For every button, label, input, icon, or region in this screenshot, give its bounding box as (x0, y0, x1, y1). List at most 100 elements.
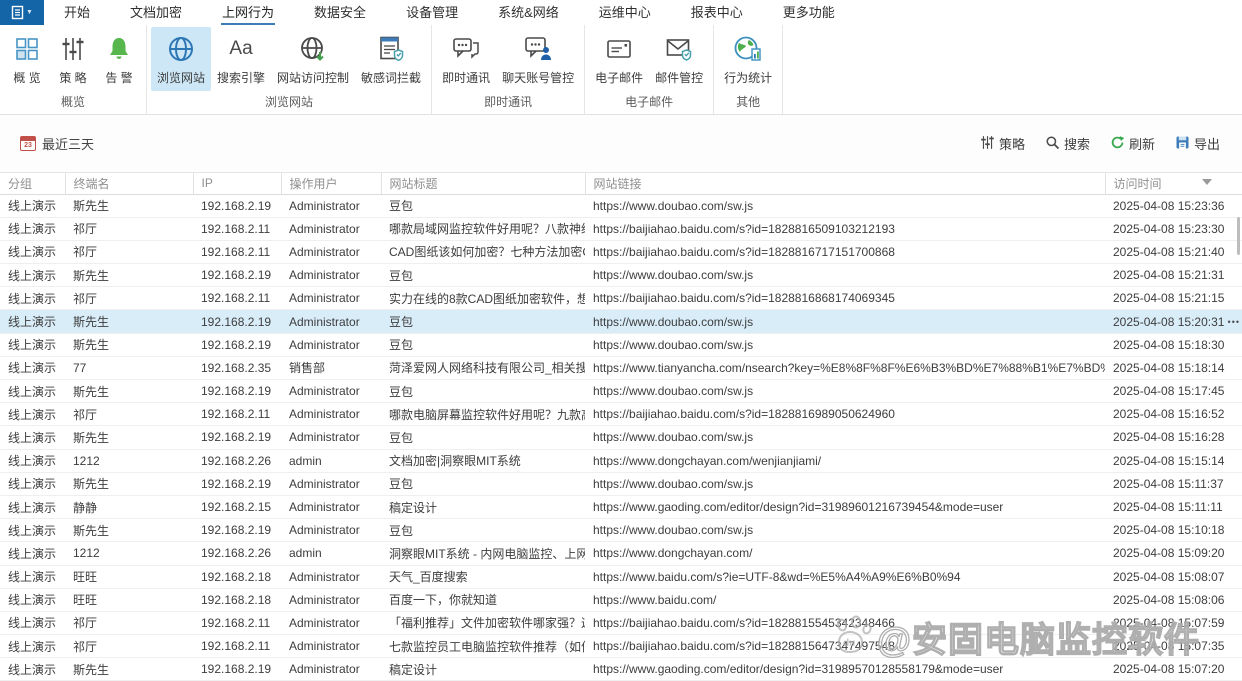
cell-user: Administrator (281, 333, 381, 357)
cell-group: 线上演示 (0, 634, 65, 659)
cell-title: 「福利推荐」文件加密软件哪家强？这八... (381, 611, 585, 636)
cell-url: https://www.doubao.com/sw.js (585, 472, 1105, 496)
cell-time: 2025-04-08 15:10:18 (1105, 518, 1242, 543)
menu-item-more-features[interactable]: 更多功能 (763, 0, 855, 25)
browse-website-button[interactable]: 浏览网站 (151, 27, 212, 91)
cell-time: 2025-04-08 15:23:30 (1105, 217, 1242, 241)
menubar: ▼ 开始 文档加密 上网行为 数据安全 设备管理 系统&网络 运维中心 报表中心… (0, 0, 1242, 26)
cell-time: 2025-04-08 15:17:45 (1105, 379, 1242, 404)
table-row[interactable]: 线上演示 斯先生 192.168.2.19 Administrator 豆包 h… (0, 263, 1242, 288)
menu-item-start[interactable]: 开始 (44, 0, 110, 25)
cell-user: Administrator (281, 425, 381, 450)
row-more-actions-button[interactable]: ••• (1228, 317, 1240, 327)
cell-time: 2025-04-08 15:20:31 ••• (1105, 309, 1242, 334)
menu-item-doc-encrypt[interactable]: 文档加密 (110, 0, 202, 25)
table-row[interactable]: 线上演示 斯先生 192.168.2.19 Administrator 豆包 h… (0, 472, 1242, 496)
cell-title: CAD图纸该如何加密？七种方法加密CAD... (381, 240, 585, 265)
sort-desc-icon[interactable] (1202, 179, 1212, 185)
chat-account-control-button[interactable]: 聊天账号管控 (496, 27, 580, 91)
table-row[interactable]: 线上演示 1212 192.168.2.26 admin 文档加密|洞察眼MIT… (0, 449, 1242, 473)
table-row[interactable]: 线上演示 祁厅 192.168.2.11 Administrator 哪款局域网… (0, 217, 1242, 241)
column-header-ip[interactable]: IP (192, 173, 281, 195)
cell-terminal: 1212 (65, 449, 193, 473)
export-icon (1175, 135, 1190, 153)
table-row[interactable]: 线上演示 斯先生 192.168.2.19 Administrator 豆包 h… (0, 194, 1242, 218)
cell-url: https://www.doubao.com/sw.js (585, 518, 1105, 543)
date-range-label: 最近三天 (42, 137, 95, 152)
menu-item-data-security[interactable]: 数据安全 (294, 0, 386, 25)
menu-item-ops-center[interactable]: 运维中心 (579, 0, 671, 25)
cell-url: https://www.baidu.com/ (585, 588, 1105, 612)
cell-title: 豆包 (381, 425, 585, 450)
table-row[interactable]: 线上演示 77 192.168.2.35 销售部 菏泽爱网人网络科技有限公司_相… (0, 356, 1242, 381)
column-header-terminal[interactable]: 终端名 (64, 173, 193, 195)
cell-ip: 192.168.2.19 (193, 518, 281, 543)
cell-title: 豆包 (381, 263, 585, 288)
table-row[interactable]: 线上演示 祁厅 192.168.2.11 Administrator 哪款电脑屏… (0, 402, 1242, 427)
refresh-button[interactable]: 刷新 (1110, 134, 1155, 153)
cell-terminal: 斯先生 (65, 194, 193, 218)
table-row[interactable]: 线上演示 祁厅 192.168.2.11 Administrator 七款监控员… (0, 634, 1242, 659)
ribbon-group-label: 概览 (60, 95, 85, 109)
table-row[interactable]: 线上演示 斯先生 192.168.2.19 Administrator 豆包 h… (0, 518, 1242, 543)
table-row[interactable]: 线上演示 斯先生 192.168.2.19 Administrator 豆包 h… (0, 425, 1242, 450)
cell-terminal: 1212 (65, 541, 193, 566)
alert-button[interactable]: 告 警 (96, 27, 142, 91)
export-button[interactable]: 导出 (1175, 134, 1220, 153)
cell-time: 2025-04-08 15:11:37 (1105, 472, 1242, 496)
cell-terminal: 77 (65, 356, 193, 381)
cell-ip: 192.168.2.15 (193, 495, 281, 520)
menu-item-web-behavior[interactable]: 上网行为 (202, 0, 294, 26)
search-engine-button[interactable]: Aa 搜索引擎 (211, 27, 271, 91)
table-row[interactable]: 线上演示 旺旺 192.168.2.18 Administrator 百度一下，… (0, 588, 1242, 612)
table-row[interactable]: 线上演示 斯先生 192.168.2.19 Administrator 豆包 h… (0, 309, 1242, 334)
cell-url: https://baijiahao.baidu.com/s?id=1828815… (585, 634, 1105, 659)
sensitive-word-block-button[interactable]: 敏感词拦截 (355, 27, 427, 91)
cell-title: 七款监控员工电脑监控软件推荐（如何监... (381, 634, 585, 659)
website-access-control-button[interactable]: 网站访问控制 (271, 27, 355, 91)
overview-button[interactable]: 概 览 (4, 27, 50, 91)
column-header-time[interactable]: 访问时间 (1104, 173, 1242, 195)
email-control-button[interactable]: 邮件管控 (649, 27, 709, 91)
table-row[interactable]: 线上演示 斯先生 192.168.2.19 Administrator 稿定设计… (0, 657, 1242, 681)
date-range-filter[interactable]: 23 最近三天 (20, 134, 94, 153)
ribbon-group-other: 行为统计 其他 (714, 25, 784, 114)
search-button[interactable]: 搜索 (1045, 134, 1090, 153)
app-menu-button[interactable]: ▼ (0, 0, 44, 25)
column-header-title[interactable]: 网站标题 (380, 173, 585, 195)
behavior-stats-button[interactable]: 行为统计 (718, 27, 778, 91)
table-row[interactable]: 线上演示 1212 192.168.2.26 admin 洞察眼MIT系统 - … (0, 541, 1242, 566)
cell-time: 2025-04-08 15:21:31 (1105, 263, 1242, 288)
cell-ip: 192.168.2.35 (193, 356, 281, 381)
table-row[interactable]: 线上演示 祁厅 192.168.2.11 Administrator CAD图纸… (0, 240, 1242, 265)
envelope-shield-icon (665, 34, 693, 64)
column-header-user[interactable]: 操作用户 (280, 173, 381, 195)
cell-title: 菏泽爱网人网络科技有限公司_相关搜索结... (381, 356, 585, 381)
vertical-scrollbar-thumb[interactable] (1237, 217, 1240, 255)
cell-time: 2025-04-08 15:09:20 (1105, 541, 1242, 566)
table-row[interactable]: 线上演示 斯先生 192.168.2.19 Administrator 豆包 h… (0, 379, 1242, 404)
policy-button[interactable]: 策 略 (50, 27, 96, 91)
calendar-icon: 23 (20, 136, 36, 151)
menu-item-system-network[interactable]: 系统&网络 (478, 0, 579, 25)
search-icon (1045, 135, 1060, 153)
ribbon: 概 览 策 略 告 警 概览 浏览网站 Aa 搜索引擎 网站访问控制 敏感词拦截… (0, 25, 1242, 115)
table-row[interactable]: 线上演示 祁厅 192.168.2.11 Administrator 「福利推荐… (0, 611, 1242, 636)
chat-icon (451, 34, 481, 64)
menu-item-report-center[interactable]: 报表中心 (671, 0, 763, 25)
table-row[interactable]: 线上演示 旺旺 192.168.2.18 Administrator 天气_百度… (0, 565, 1242, 589)
cell-time: 2025-04-08 15:21:40 (1105, 240, 1242, 265)
cell-ip: 192.168.2.11 (193, 402, 281, 427)
table-row[interactable]: 线上演示 斯先生 192.168.2.19 Administrator 豆包 h… (0, 333, 1242, 357)
table-row[interactable]: 线上演示 静静 192.168.2.15 Administrator 稿定设计 … (0, 495, 1242, 520)
cell-title: 哪款电脑屏幕监控软件好用呢？九款高质... (381, 402, 585, 427)
column-header-url[interactable]: 网站链接 (584, 173, 1105, 195)
column-header-group[interactable]: 分组 (0, 173, 65, 195)
instant-messaging-button[interactable]: 即时通讯 (436, 27, 496, 91)
cell-title: 天气_百度搜索 (381, 565, 585, 589)
menu-item-device-mgmt[interactable]: 设备管理 (386, 0, 478, 25)
cell-title: 百度一下，你就知道 (381, 588, 585, 612)
table-row[interactable]: 线上演示 祁厅 192.168.2.11 Administrator 实力在线的… (0, 286, 1242, 311)
email-button[interactable]: 电子邮件 (589, 27, 649, 91)
policy-toolbar-button[interactable]: 策略 (980, 134, 1025, 153)
